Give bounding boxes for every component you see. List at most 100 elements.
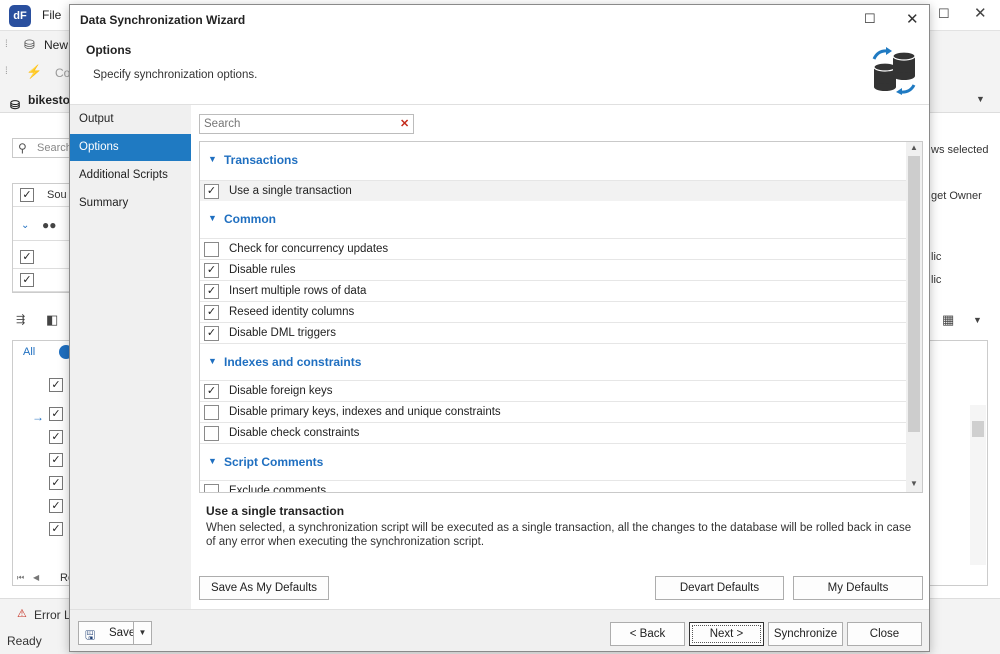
menu-file[interactable]: File	[42, 8, 61, 22]
option-checkbox[interactable]: ✓	[204, 384, 219, 399]
wizard-nav: Output Options Additional Scripts Summar…	[70, 105, 191, 609]
collapse-chevron-icon[interactable]: ▼	[208, 356, 217, 366]
option-checkbox[interactable]: ✓	[204, 263, 219, 278]
row-checkbox[interactable]: ✓	[49, 430, 63, 444]
close-icon[interactable]: ✕	[974, 4, 987, 22]
first-page-icon[interactable]: ⏮	[17, 573, 24, 583]
option-disable-rules[interactable]: ✓ Disable rules	[200, 259, 906, 280]
option-checkbox[interactable]: ✓	[204, 326, 219, 341]
option-label: Disable DML triggers	[229, 327, 336, 339]
row-checkbox[interactable]: ✓	[49, 453, 63, 467]
close-icon[interactable]: ✕	[906, 10, 919, 28]
row-checkbox[interactable]: ✓	[49, 407, 63, 421]
scroll-down-icon[interactable]: ▼	[910, 479, 918, 488]
document-tab[interactable]: ⛁ bikesto	[6, 88, 70, 112]
error-list-tab[interactable]: Error Li	[34, 608, 73, 622]
row-checkbox[interactable]: ✓	[49, 499, 63, 513]
background-scrollbar[interactable]	[970, 405, 986, 565]
save-dropdown-button[interactable]: ▼	[133, 621, 152, 645]
prev-page-icon[interactable]: ◀	[33, 573, 39, 582]
nav-item-output[interactable]: Output	[70, 106, 191, 133]
collapse-chevron-icon[interactable]: ▼	[208, 456, 217, 466]
next-button[interactable]: Next >	[689, 622, 764, 646]
nav-item-summary[interactable]: Summary	[70, 190, 191, 217]
collapse-chevron-icon[interactable]: ▼	[208, 154, 217, 164]
close-button[interactable]: Close	[847, 622, 922, 646]
scrollbar-thumb[interactable]	[908, 156, 920, 432]
option-checkbox[interactable]	[204, 405, 219, 420]
option-checkbox[interactable]	[204, 242, 219, 257]
page-subtitle: Specify synchronization options.	[93, 69, 258, 81]
tab-all[interactable]: All	[23, 346, 35, 358]
option-checkbox[interactable]: ✓	[204, 305, 219, 320]
option-checkbox[interactable]: ✓	[204, 184, 219, 199]
option-label: Insert multiple rows of data	[229, 285, 367, 297]
grid-view-icon[interactable]: ▦	[942, 312, 954, 328]
row-checkbox[interactable]: ✓	[20, 250, 34, 264]
option-checkbox[interactable]	[204, 484, 219, 492]
option-checkbox[interactable]: ✓	[204, 284, 219, 299]
clear-search-icon[interactable]: ✕	[400, 117, 409, 130]
row-checkbox[interactable]: ✓	[49, 522, 63, 536]
connect-icon[interactable]: ⚡	[26, 64, 42, 80]
scrollbar-thumb[interactable]	[972, 421, 984, 437]
row-checkbox[interactable]: ✓	[20, 188, 34, 202]
panel-layout-icon[interactable]: ◧	[46, 312, 58, 328]
options-search: ✕	[199, 114, 414, 134]
group-header-indexes[interactable]: ▼ Indexes and constraints	[200, 343, 906, 381]
option-checkbox[interactable]	[204, 426, 219, 441]
target-owner-header: get Owner	[931, 190, 982, 202]
devart-defaults-button[interactable]: Devart Defaults	[655, 576, 784, 600]
option-disable-check-constraints[interactable]: Disable check constraints	[200, 422, 906, 443]
option-label: Reseed identity columns	[229, 306, 355, 318]
collapse-chevron-icon[interactable]: ▼	[208, 213, 217, 223]
rows-selected-text: ws selected	[931, 144, 989, 156]
option-exclude-comments[interactable]: Exclude comments	[200, 480, 906, 493]
new-button[interactable]: New	[44, 38, 68, 52]
table-row: ⌄ ●●	[13, 214, 77, 241]
group-header-script-comments[interactable]: ▼ Script Comments	[200, 443, 906, 481]
option-label: Disable foreign keys	[229, 385, 333, 397]
maximize-icon[interactable]: ☐	[864, 11, 876, 27]
column-header-source: Sou	[47, 189, 67, 201]
option-disable-dml-triggers[interactable]: ✓ Disable DML triggers	[200, 322, 906, 343]
option-disable-primary-keys[interactable]: Disable primary keys, indexes and unique…	[200, 401, 906, 422]
my-defaults-button[interactable]: My Defaults	[793, 576, 923, 600]
option-label: Disable check constraints	[229, 427, 360, 439]
new-database-icon[interactable]: ⛁	[24, 37, 35, 53]
expand-chevron-icon[interactable]: ⌄	[21, 220, 29, 231]
maximize-icon[interactable]: ☐	[938, 6, 950, 22]
row-checkbox[interactable]: ✓	[49, 476, 63, 490]
back-button[interactable]: < Back	[610, 622, 685, 646]
option-label: Disable primary keys, indexes and unique…	[229, 406, 501, 418]
scroll-up-icon[interactable]: ▲	[910, 143, 918, 152]
row-checkbox[interactable]: ✓	[20, 273, 34, 287]
option-disable-foreign-keys[interactable]: ✓ Disable foreign keys	[200, 380, 906, 401]
synchronize-button[interactable]: Synchronize	[768, 622, 843, 646]
toolbar-grip-icon: ⁞	[5, 66, 8, 77]
options-list-content: ▼ Transactions ✓ Use a single transactio…	[200, 142, 906, 492]
search-input[interactable]	[200, 115, 396, 133]
sort-icon[interactable]: ⇶	[16, 313, 25, 326]
save-as-my-defaults-button[interactable]: Save As My Defaults	[199, 576, 329, 600]
owner-cell: lic	[931, 274, 942, 286]
status-dots-icon: ●●	[42, 218, 57, 232]
tab-dropdown-icon[interactable]: ▼	[976, 94, 985, 104]
row-checkbox[interactable]: ✓	[49, 378, 63, 392]
nav-item-options[interactable]: Options	[70, 134, 191, 161]
group-header-common[interactable]: ▼ Common	[200, 201, 906, 239]
group-header-transactions[interactable]: ▼ Transactions	[200, 142, 906, 180]
option-check-concurrency[interactable]: Check for concurrency updates	[200, 238, 906, 259]
view-dropdown-icon[interactable]: ▼	[973, 315, 982, 325]
option-insert-multiple-rows[interactable]: ✓ Insert multiple rows of data	[200, 280, 906, 301]
option-label: Use a single transaction	[229, 185, 352, 197]
nav-item-additional-scripts[interactable]: Additional Scripts	[70, 162, 191, 189]
background-search-input[interactable]: ⚲ Search	[12, 138, 72, 158]
options-scrollbar[interactable]: ▲ ▼	[906, 142, 922, 492]
option-reseed-identity[interactable]: ✓ Reseed identity columns	[200, 301, 906, 322]
option-use-single-transaction[interactable]: ✓ Use a single transaction	[200, 180, 906, 201]
current-row-arrow-icon: →	[32, 410, 44, 424]
chevron-down-icon: ▼	[138, 628, 147, 637]
option-label: Exclude comments	[229, 485, 327, 493]
toolbar-grip-icon: ⁞	[5, 39, 8, 50]
